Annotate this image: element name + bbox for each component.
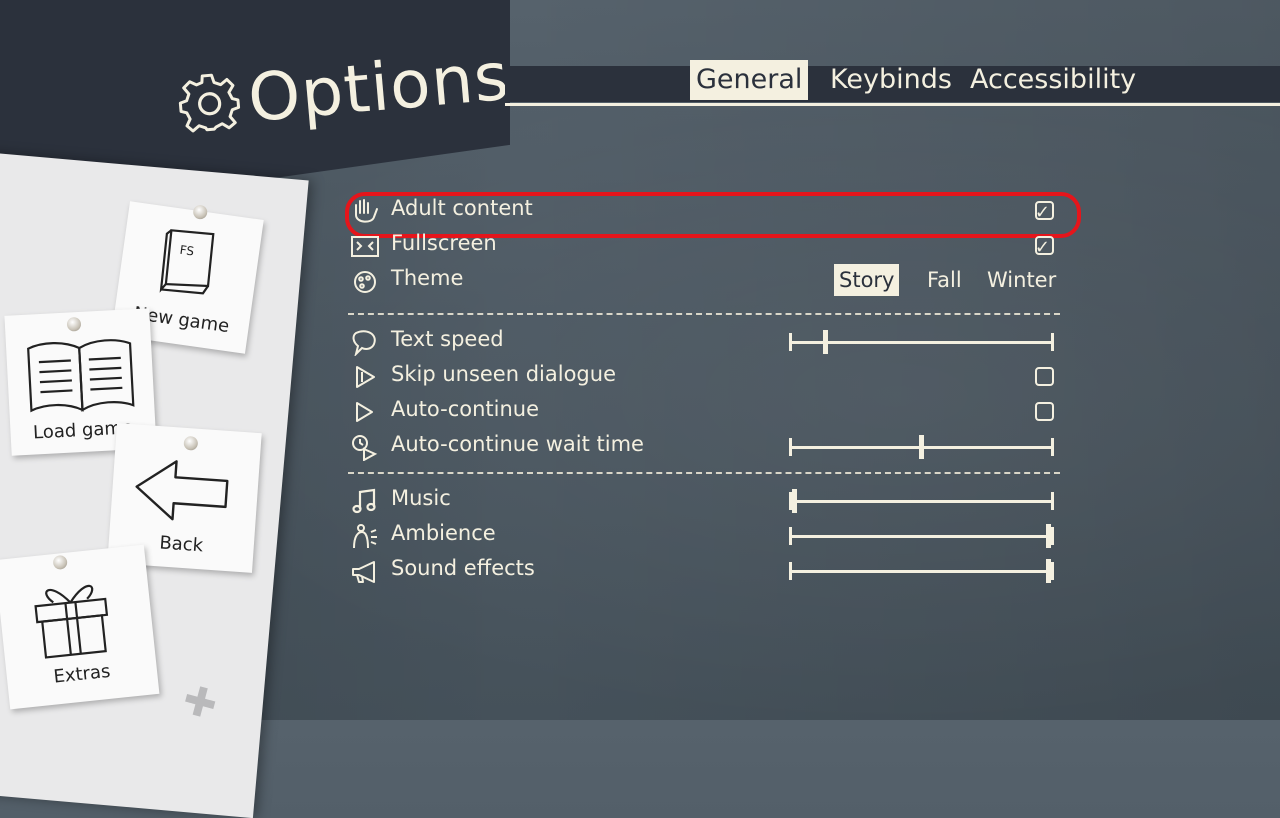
checkmark-icon: ✓ xyxy=(1034,202,1050,223)
slider-handle[interactable] xyxy=(919,435,924,459)
tab-underline xyxy=(505,103,1280,106)
tab-keybinds[interactable]: Keybinds xyxy=(824,60,958,100)
pin-icon xyxy=(183,435,199,451)
row-skip-unseen: Skip unseen dialogue xyxy=(350,360,1060,394)
ambience-icon xyxy=(353,524,377,549)
slider-end-cap xyxy=(1051,562,1054,580)
row-theme: Theme Story Fall Winter xyxy=(350,264,1060,298)
slider-end-cap xyxy=(1051,492,1054,510)
slider-start-cap xyxy=(789,562,792,580)
row-sound-effects: Sound effects xyxy=(350,554,1060,588)
auto-continue-wait-label[interactable]: Auto-continue wait time xyxy=(391,432,644,456)
palette-icon xyxy=(354,271,376,293)
open-book-icon xyxy=(27,339,135,413)
music-note-icon xyxy=(352,488,376,514)
fast-forward-icon xyxy=(356,366,375,388)
slider-start-cap xyxy=(789,438,792,456)
extras-label: Extras xyxy=(52,660,112,688)
row-auto-continue: Auto-continue xyxy=(350,395,1060,429)
left-arrow-icon xyxy=(135,460,229,521)
pin-icon xyxy=(52,554,68,571)
speech-icon xyxy=(352,330,376,356)
fullscreen-icon xyxy=(351,236,379,257)
music-label[interactable]: Music xyxy=(391,486,451,510)
row-fullscreen: Fullscreen ✓ xyxy=(350,229,1060,263)
slider-start-cap xyxy=(789,333,792,351)
row-adult-content: Adult content ✓ xyxy=(350,194,1060,228)
text-speed-slider[interactable] xyxy=(789,330,1054,354)
slider-handle[interactable] xyxy=(792,489,797,513)
music-slider[interactable] xyxy=(789,489,1054,513)
divider xyxy=(348,472,1060,474)
theme-story-option[interactable]: Story xyxy=(834,264,900,296)
adult-content-label[interactable]: Adult content xyxy=(391,196,533,220)
row-ambience: Ambience xyxy=(350,519,1060,553)
sound-effects-slider[interactable] xyxy=(789,559,1054,583)
skip-unseen-checkbox[interactable] xyxy=(1035,367,1054,386)
slider-end-cap xyxy=(1051,438,1054,456)
slider-handle[interactable] xyxy=(1046,524,1051,548)
megaphone-icon xyxy=(352,561,375,583)
theme-label[interactable]: Theme xyxy=(391,266,463,290)
skip-unseen-label[interactable]: Skip unseen dialogue xyxy=(391,362,616,386)
timer-play-icon xyxy=(352,435,378,461)
fullscreen-label[interactable]: Fullscreen xyxy=(391,231,497,255)
text-speed-label[interactable]: Text speed xyxy=(391,327,504,351)
play-icon xyxy=(356,402,373,422)
slider-handle[interactable] xyxy=(1046,559,1051,583)
hand-icon xyxy=(355,199,378,223)
ambience-slider[interactable] xyxy=(789,524,1054,548)
sound-effects-label[interactable]: Sound effects xyxy=(391,556,535,580)
pin-icon xyxy=(66,316,82,332)
slider-start-cap xyxy=(789,527,792,545)
slider-end-cap xyxy=(1051,527,1054,545)
auto-continue-checkbox[interactable] xyxy=(1035,402,1054,421)
row-auto-continue-wait: Auto-continue wait time xyxy=(350,430,1060,464)
adult-content-checkbox[interactable]: ✓ xyxy=(1034,201,1054,223)
checkmark-icon: ✓ xyxy=(1034,237,1050,258)
tab-general[interactable]: General xyxy=(690,60,809,100)
extras-note[interactable]: Extras xyxy=(0,544,160,710)
book-icon: FS xyxy=(159,229,215,295)
auto-continue-wait-slider[interactable] xyxy=(789,435,1054,459)
row-music: Music xyxy=(350,484,1060,518)
theme-fall-option[interactable]: Fall xyxy=(922,264,967,296)
fullscreen-checkbox[interactable]: ✓ xyxy=(1034,236,1054,258)
slider-end-cap xyxy=(1051,333,1054,351)
ambience-label[interactable]: Ambience xyxy=(391,521,496,545)
tab-accessibility[interactable]: Accessibility xyxy=(964,60,1142,100)
theme-winter-option[interactable]: Winter xyxy=(982,264,1061,296)
gear-icon xyxy=(176,69,243,136)
row-text-speed: Text speed xyxy=(350,325,1060,359)
divider xyxy=(348,313,1060,315)
slider-handle[interactable] xyxy=(823,330,828,354)
svg-text:FS: FS xyxy=(179,243,195,259)
gift-icon xyxy=(34,584,109,659)
auto-continue-label[interactable]: Auto-continue xyxy=(391,397,539,421)
